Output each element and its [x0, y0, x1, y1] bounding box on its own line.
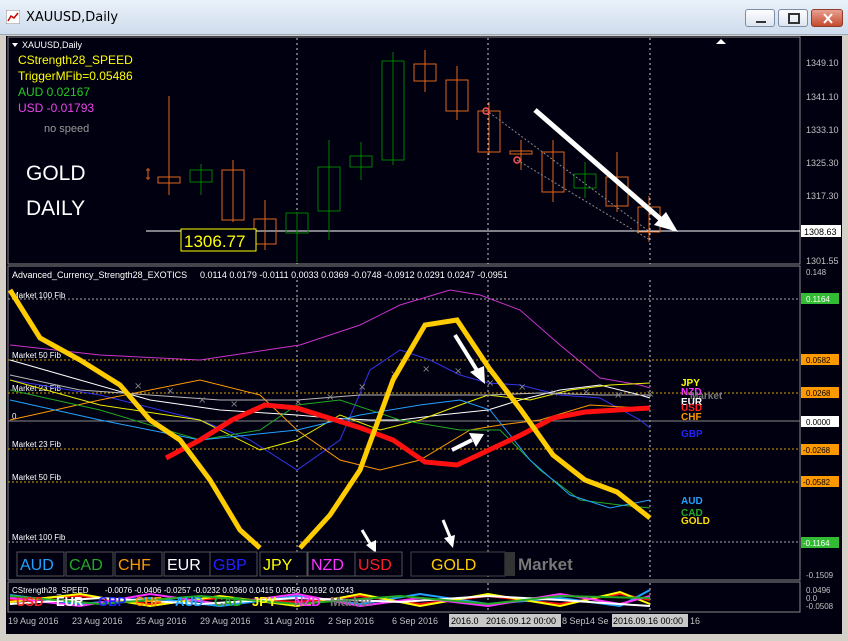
svg-text:×: ×	[422, 364, 430, 375]
time-label: 8 Sep	[562, 616, 586, 626]
svg-text:×: ×	[230, 399, 238, 410]
speed-tick: -0.0508	[806, 602, 834, 611]
svg-text:×: ×	[582, 387, 590, 398]
svg-text:×: ×	[550, 388, 558, 399]
time-label: 25 Aug 2016	[136, 616, 187, 626]
gold-legend-button[interactable]: GOLD	[431, 557, 476, 574]
price-tick: 1333.10	[806, 125, 839, 135]
speed-label-market: Market	[330, 594, 373, 609]
main-chart-label: XAUUSD,Daily	[22, 40, 83, 50]
time-label-highlight: 2016.09.12 00:00	[486, 616, 556, 626]
time-label: 31 Aug 2016	[264, 616, 315, 626]
speed-label-jpy: JPY	[252, 594, 277, 609]
svg-text:×: ×	[166, 386, 174, 397]
currency-strength-pane[interactable]: Advanced_Currency_Strength28_EXOTICS 0.0…	[7, 265, 839, 581]
market-legend-label[interactable]: Market	[518, 555, 573, 574]
fib-value: 0.0268	[806, 389, 831, 398]
fib-label: Market 100 Fib	[12, 291, 66, 300]
legend-button-jpy[interactable]: JPY	[263, 557, 293, 574]
current-price-label: 1308.63	[804, 227, 837, 237]
svg-text:×: ×	[358, 382, 366, 393]
fib-value: 0.1164	[806, 295, 830, 304]
speed-label-aud: AUD	[175, 594, 203, 609]
fib-label: Market 50 Fib	[12, 351, 61, 360]
usd-value: USD -0.01793	[18, 101, 94, 115]
right-currency-label-aud: AUD	[681, 496, 703, 507]
close-button[interactable]	[811, 9, 843, 27]
svg-text:×: ×	[326, 392, 334, 403]
speed-pane[interactable]: CStrength28_SPEED -0.0076 -0.0406 -0.025…	[7, 581, 834, 613]
price-tick: 1301.55	[806, 256, 839, 266]
price-tick: 1317.30	[806, 191, 839, 201]
chart-window-icon	[5, 9, 21, 29]
speed-label-usd: USD	[16, 594, 43, 609]
price-tick: 1325.30	[806, 158, 839, 168]
strength-bottom-value: -0.1509	[806, 571, 834, 580]
maximize-button[interactable]	[778, 9, 808, 27]
fib-label: Market 23 Fib	[12, 440, 61, 449]
right-currency-label-chf: CHF	[681, 412, 702, 423]
svg-text:×: ×	[518, 382, 526, 393]
speed-label-eur: EUR	[56, 594, 84, 609]
legend-button-usd[interactable]: USD	[358, 557, 392, 574]
legend-button-nzd[interactable]: NZD	[311, 557, 344, 574]
indicator-name: CStrength28_SPEED	[18, 53, 133, 67]
time-label: 2 Sep 2016	[328, 616, 374, 626]
time-label: 29 Aug 2016	[200, 616, 251, 626]
strength-indicator-values: 0.0114 0.0179 -0.0111 0.0033 0.0369 -0.0…	[200, 270, 508, 280]
speed-label-nzd: NZD	[294, 594, 321, 609]
price-callout-label: 1306.77	[184, 232, 245, 251]
window-titlebar: XAUUSD,Daily	[0, 0, 848, 35]
legend-button-chf[interactable]: CHF	[118, 557, 151, 574]
legend-button-gbp[interactable]: GBP	[213, 557, 247, 574]
no-speed-text: no speed	[44, 123, 89, 135]
time-label: 23 Aug 2016	[72, 616, 123, 626]
svg-text:×: ×	[198, 395, 206, 406]
aud-value: AUD 0.02167	[18, 85, 90, 99]
time-label: 16	[690, 616, 700, 626]
fib-value: -0.1164	[803, 539, 830, 548]
svg-text:×: ×	[614, 390, 622, 401]
daily-title: DAILY	[26, 197, 85, 220]
price-tick: 1341.10	[806, 92, 839, 102]
fib-value: 0.0582	[806, 356, 831, 365]
fib-label: Market 50 Fib	[12, 473, 61, 482]
svg-text:×: ×	[486, 378, 494, 389]
price-tick: 1349.10	[806, 58, 839, 68]
right-currency-label-gold: GOLD	[681, 516, 710, 527]
right-currency-label-gbp: GBP	[681, 429, 703, 440]
gold-title: GOLD	[26, 162, 86, 185]
strength-top-value: 0.148	[806, 268, 827, 277]
time-label-highlight: 2016.09.16 00:00	[613, 616, 683, 626]
minimize-button[interactable]	[745, 9, 775, 27]
legend-button-eur[interactable]: EUR	[167, 557, 201, 574]
time-axis: 19 Aug 2016 23 Aug 2016 25 Aug 2016 29 A…	[8, 614, 700, 627]
fib-value: 0.0000	[806, 418, 831, 427]
svg-text:×: ×	[454, 366, 462, 377]
svg-text:×: ×	[646, 389, 654, 400]
time-label: 2016.0	[451, 616, 479, 626]
legend-button-cad[interactable]: CAD	[69, 557, 103, 574]
time-label: 14 Se	[585, 616, 609, 626]
speed-label-chf: CHF	[135, 594, 162, 609]
window-title: XAUUSD,Daily	[26, 10, 119, 25]
trigger-value: TriggerMFib=0.05486	[18, 69, 133, 83]
speed-label-gbp: GBP	[98, 594, 127, 609]
fib-label: Market 100 Fib	[12, 533, 66, 542]
strength-indicator-title: Advanced_Currency_Strength28_EXOTICS	[12, 270, 187, 280]
chart-frame[interactable]: 1349.10 1341.10 1333.10 1325.30 1317.30 …	[6, 36, 842, 634]
main-price-pane[interactable]: 1349.10 1341.10 1333.10 1325.30 1317.30 …	[7, 36, 841, 266]
fib-value: -0.0268	[803, 446, 831, 455]
speed-label-cad: CAD	[214, 594, 242, 609]
time-label: 6 Sep 2016	[392, 616, 438, 626]
legend-button-aud[interactable]: AUD	[20, 557, 54, 574]
fib-value: -0.0582	[803, 478, 831, 487]
svg-text:×: ×	[134, 381, 142, 392]
time-label: 19 Aug 2016	[8, 616, 59, 626]
